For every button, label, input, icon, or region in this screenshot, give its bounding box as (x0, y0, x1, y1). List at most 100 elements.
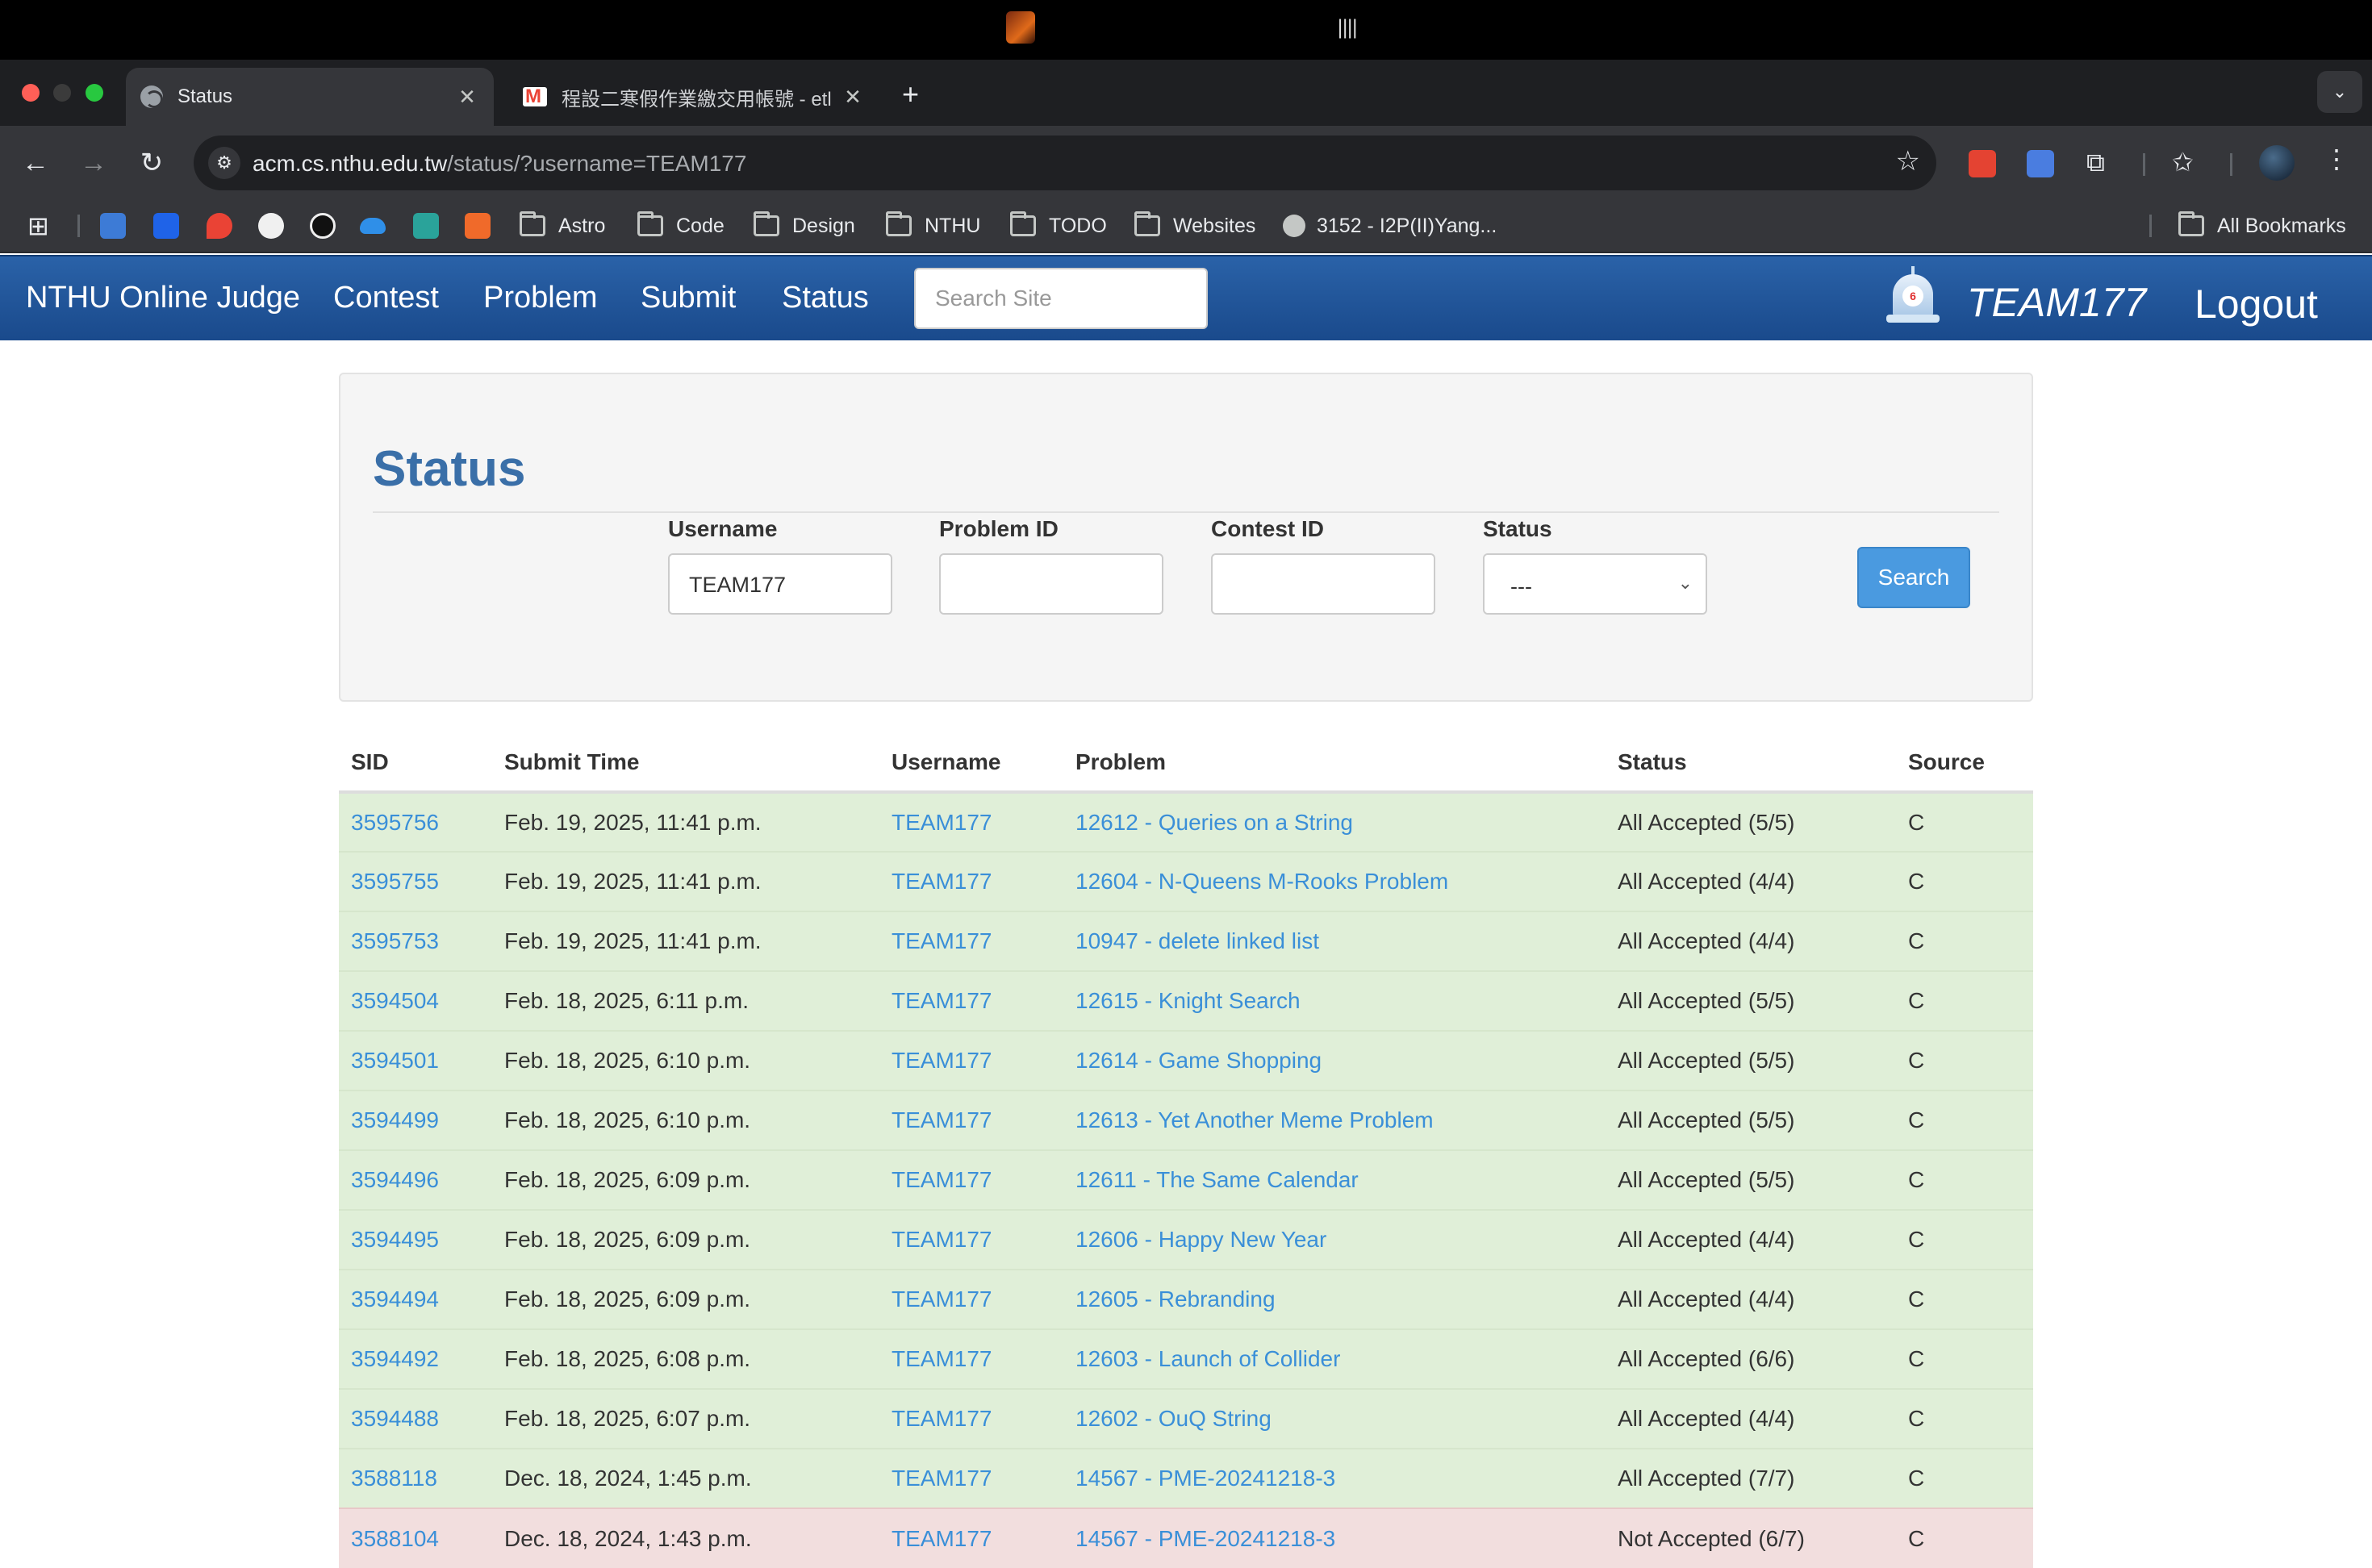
notification-bell-icon[interactable]: 6 (1885, 266, 1941, 332)
problem-link[interactable]: 10947 - delete linked list (1075, 928, 1319, 953)
close-tab-icon[interactable]: ✕ (839, 85, 867, 110)
bookmark-folder-astro[interactable]: Astro (520, 211, 605, 240)
all-bookmarks-button[interactable]: All Bookmarks (2178, 211, 2346, 240)
bookmark-app-1[interactable] (100, 211, 137, 240)
bookmark-folder-code[interactable]: Code (637, 211, 725, 240)
problem-link[interactable]: 12605 - Rebranding (1075, 1287, 1276, 1312)
bookmarks-divider (77, 215, 80, 237)
username-link[interactable]: TEAM177 (892, 1048, 992, 1073)
reload-button[interactable]: ↻ (131, 142, 173, 184)
problem-link[interactable]: 12614 - Game Shopping (1075, 1048, 1322, 1073)
apps-grid-icon[interactable]: ⊞ (27, 211, 49, 240)
close-window-button[interactable] (22, 84, 40, 102)
bookmark-label: Astro (558, 214, 606, 237)
zoom-window-button[interactable] (86, 84, 103, 102)
bookmark-folder-websites[interactable]: Websites (1134, 211, 1255, 240)
problem-link[interactable]: 14567 - PME-20241218-3 (1075, 1526, 1335, 1551)
close-tab-icon[interactable]: ✕ (453, 85, 481, 110)
username-link[interactable]: TEAM177 (892, 1526, 992, 1551)
tab-status[interactable]: Status ✕ (126, 68, 494, 126)
chatgpt-icon (310, 213, 336, 239)
problem-link[interactable]: 12603 - Launch of Collider (1075, 1346, 1340, 1371)
current-user-link[interactable]: TEAM177 (1967, 279, 2146, 326)
username-link[interactable]: TEAM177 (892, 988, 992, 1013)
tab-search-button[interactable]: ⌄ (2317, 71, 2362, 113)
toolbar-divider (2230, 153, 2232, 176)
more-menu-icon[interactable]: ⋮ (2324, 144, 2351, 173)
username-link[interactable]: TEAM177 (892, 1287, 992, 1312)
problem-link[interactable]: 14567 - PME-20241218-3 (1075, 1466, 1335, 1491)
username-link[interactable]: TEAM177 (892, 1466, 992, 1491)
submission-id-link[interactable]: 3588118 (351, 1466, 437, 1491)
bookmark-star-icon[interactable]: ☆ (1896, 145, 1920, 177)
submission-id-link[interactable]: 3595756 (351, 810, 439, 835)
onedrive-bookmark[interactable] (360, 211, 397, 240)
submission-id-link[interactable]: 3595755 (351, 869, 439, 894)
bookmark-app-2[interactable] (413, 211, 450, 240)
username-link[interactable]: TEAM177 (892, 1227, 992, 1252)
bookmark-folder-design[interactable]: Design (754, 211, 855, 240)
address-bar[interactable]: ⚙ acm.cs.nthu.edu.tw/status/?username=TE… (194, 136, 1936, 190)
submission-id-link[interactable]: 3594494 (351, 1287, 439, 1312)
profile-avatar[interactable] (2259, 145, 2295, 181)
username-link[interactable]: TEAM177 (892, 1107, 992, 1132)
status-cell: All Accepted (5/5) (1606, 791, 1896, 852)
bookmark-app-3[interactable] (465, 211, 502, 240)
status-cell: All Accepted (5/5) (1618, 1107, 1795, 1132)
problem-link[interactable]: 12612 - Queries on a String (1075, 810, 1353, 835)
logout-link[interactable]: Logout (2195, 281, 2318, 327)
site-info-icon[interactable]: ⚙ (208, 147, 240, 179)
username-input[interactable]: TEAM177 (668, 553, 892, 615)
username-link[interactable]: TEAM177 (892, 810, 992, 835)
bookmark-folder-nthu[interactable]: NTHU (886, 211, 980, 240)
nav-status[interactable]: Status (782, 281, 869, 315)
search-button[interactable]: Search (1857, 547, 1970, 608)
contest-id-input[interactable] (1211, 553, 1435, 615)
problem-link[interactable]: 12604 - N-Queens M-Rooks Problem (1075, 869, 1448, 894)
submission-id-link[interactable]: 3594492 (351, 1346, 439, 1371)
chatgpt-bookmark[interactable] (310, 211, 347, 240)
problem-link[interactable]: 12613 - Yet Another Meme Problem (1075, 1107, 1434, 1132)
reading-list-icon[interactable]: ✩ (2172, 149, 2199, 177)
submission-id-link[interactable]: 3588104 (351, 1526, 439, 1551)
problem-id-input[interactable] (939, 553, 1163, 615)
submission-id-link[interactable]: 3594504 (351, 988, 439, 1013)
problem-link[interactable]: 12606 - Happy New Year (1075, 1227, 1326, 1252)
username-link[interactable]: TEAM177 (892, 869, 992, 894)
maps-bookmark[interactable] (207, 211, 244, 240)
submit-time-cell: Feb. 19, 2025, 11:41 p.m. (492, 791, 879, 852)
username-link[interactable]: TEAM177 (892, 1406, 992, 1431)
site-search-input[interactable]: Search Site (914, 268, 1208, 329)
username-link[interactable]: TEAM177 (892, 1346, 992, 1371)
new-tab-button[interactable]: + (902, 77, 919, 111)
bookmark-folder-todo[interactable]: TODO (1010, 211, 1107, 240)
problem-link[interactable]: 12615 - Knight Search (1075, 988, 1301, 1013)
status-select[interactable]: --- ⌄ (1483, 553, 1707, 615)
bookmark-i2p[interactable]: 3152 - I2P(II)Yang... (1283, 211, 1497, 240)
minimize-window-button[interactable] (53, 84, 71, 102)
submission-id-link[interactable]: 3594499 (351, 1107, 439, 1132)
submission-id-link[interactable]: 3594501 (351, 1048, 439, 1073)
submission-id-link[interactable]: 3594488 (351, 1406, 439, 1431)
nav-contest[interactable]: Contest (333, 281, 439, 315)
submission-id-link[interactable]: 3595753 (351, 928, 439, 953)
dropbox-bookmark[interactable] (153, 211, 190, 240)
url-text[interactable]: acm.cs.nthu.edu.tw/status/?username=TEAM… (253, 151, 746, 177)
username-link[interactable]: TEAM177 (892, 1167, 992, 1192)
back-button[interactable]: ← (15, 142, 56, 184)
tab-gmail[interactable]: 程設二寒假作業繳交用帳號 - etl ✕ (508, 68, 879, 126)
forward-button[interactable]: → (73, 142, 115, 184)
problem-link[interactable]: 12602 - OuQ String (1075, 1406, 1272, 1431)
source-cell: C (1896, 791, 2033, 852)
github-bookmark[interactable] (258, 211, 295, 240)
problem-link[interactable]: 12611 - The Same Calendar (1075, 1167, 1359, 1192)
submission-id-link[interactable]: 3594495 (351, 1227, 439, 1252)
extensions-puzzle-icon[interactable]: ⧉ (2086, 149, 2114, 177)
nav-problem[interactable]: Problem (483, 281, 598, 315)
nav-submit[interactable]: Submit (641, 281, 736, 315)
submission-id-link[interactable]: 3594496 (351, 1167, 439, 1192)
todoist-extension-icon[interactable] (1969, 150, 1996, 177)
site-brand-link[interactable]: NTHU Online Judge (26, 281, 300, 315)
username-link[interactable]: TEAM177 (892, 928, 992, 953)
translate-extension-icon[interactable] (2027, 150, 2054, 177)
